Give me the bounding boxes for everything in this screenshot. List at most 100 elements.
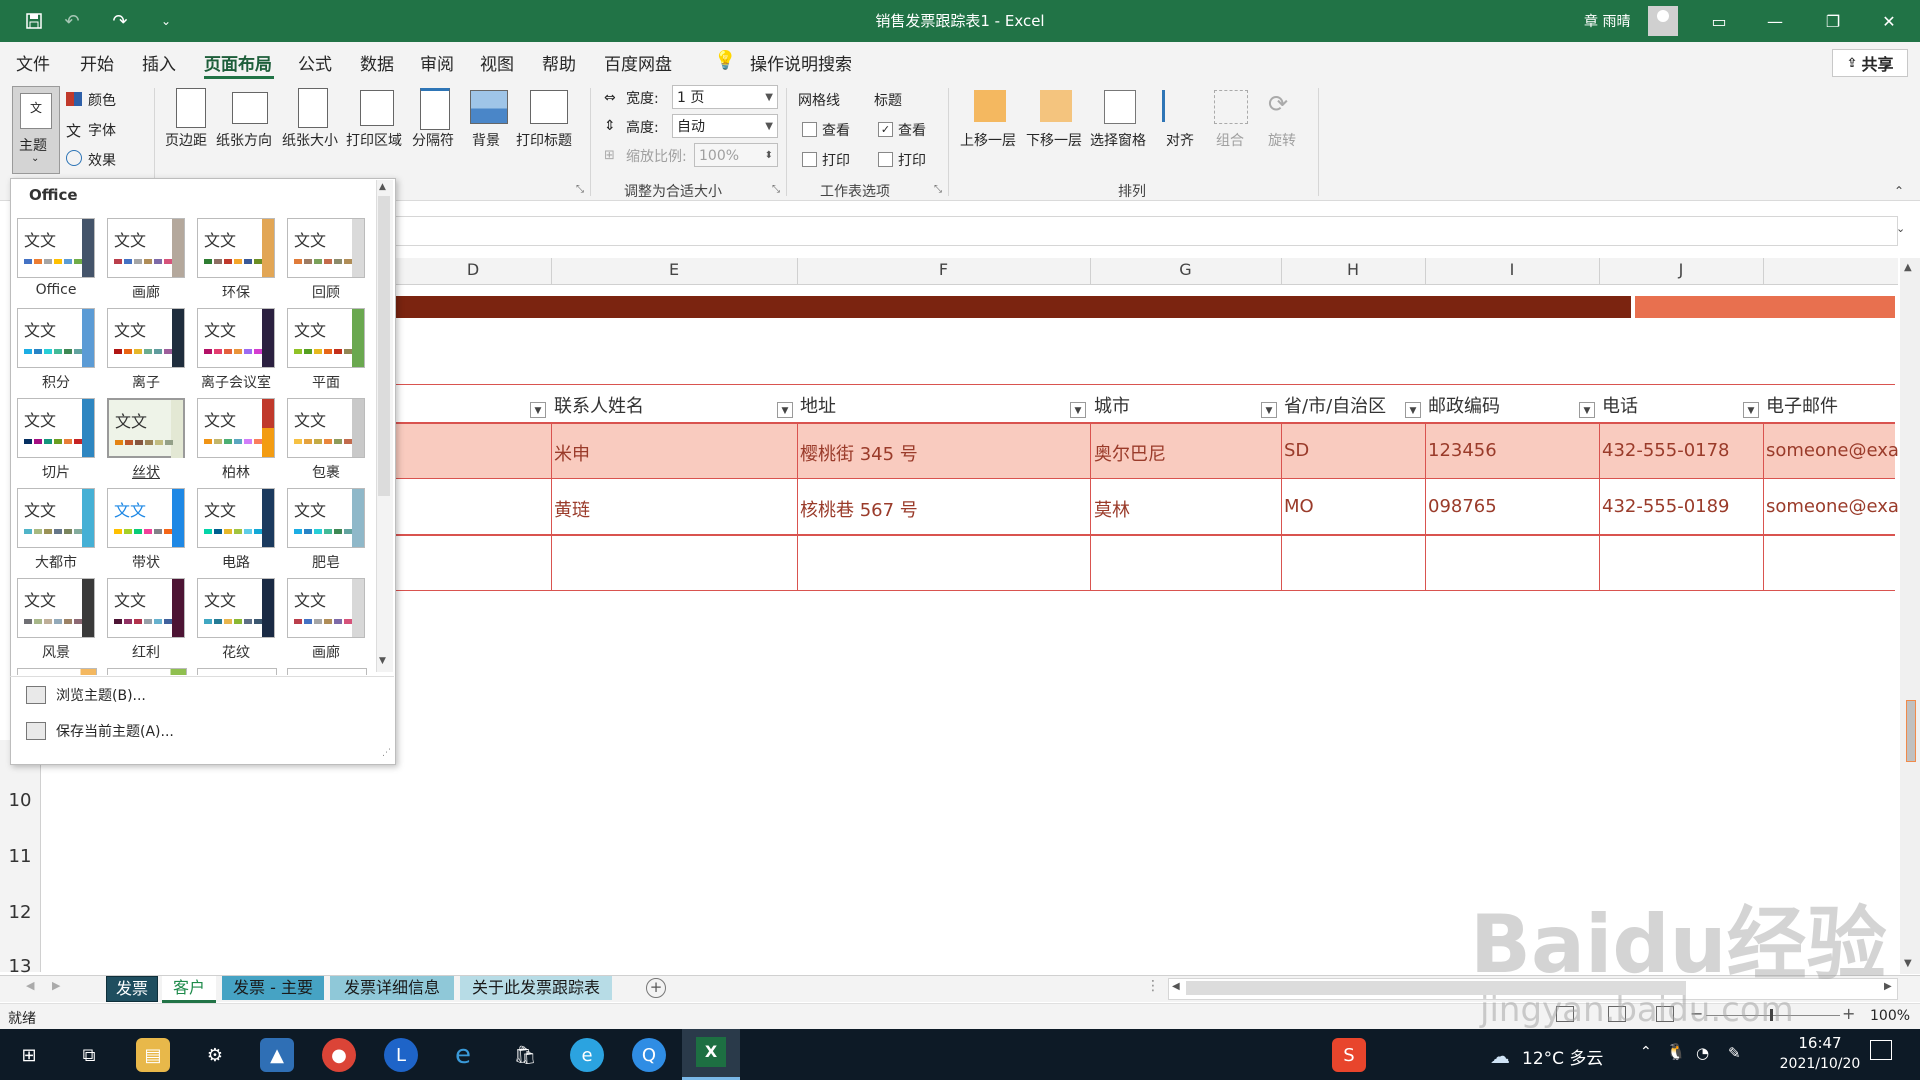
tab-about[interactable]: 关于此发票跟踪表 [460,976,612,1000]
theme-banded[interactable]: 文文 [107,488,185,548]
cell-contact[interactable]: 米申 [554,440,590,466]
group-button[interactable]: 组合 [1216,130,1244,150]
filter-dropdown-icon[interactable]: ▼ [1579,402,1595,418]
header-email[interactable]: 电子邮件 [1766,392,1838,418]
scroll-down-icon[interactable]: ▼ [1904,958,1912,969]
theme-office[interactable]: 文文 [17,218,95,278]
width-select[interactable]: 1 页 ▼ [672,85,778,109]
column-header-g[interactable]: G [1090,260,1281,279]
tab-scroll-left-icon[interactable]: ◀ [26,979,34,992]
theme-retrospect[interactable]: 文文 [287,218,365,278]
menu-baidu-netdisk[interactable]: 百度网盘 [604,50,672,75]
notification-center-icon[interactable] [1870,1040,1892,1060]
align-button[interactable]: 对齐 [1166,130,1194,150]
filter-dropdown-icon[interactable]: ▼ [1261,402,1277,418]
share-button[interactable]: ⇪ 共享 [1832,49,1908,77]
user-name[interactable]: 章 雨晴 [1584,11,1630,31]
scroll-thumb[interactable] [1906,700,1916,762]
filter-dropdown-icon[interactable]: ▼ [1070,402,1086,418]
theme-integral[interactable]: 文文 [17,308,95,368]
print-titles-button[interactable]: 打印标题 [516,130,572,150]
sheet-options-launcher-icon[interactable]: ⤡ [934,184,942,195]
menu-formulas[interactable]: 公式 [298,50,332,75]
bring-forward-button[interactable]: 上移一层 [960,130,1016,150]
show-hidden-icons-icon[interactable]: ⌃ [1640,1044,1652,1060]
gallery-scroll-down-icon[interactable]: ▼ [379,656,386,666]
browser-q-icon[interactable]: Q [632,1038,666,1072]
header-city[interactable]: 城市 [1094,392,1130,418]
resize-grip-icon[interactable]: ⋰ [382,748,391,758]
restore-icon[interactable]: ❐ [1810,0,1856,42]
column-header-i[interactable]: I [1425,260,1599,279]
cell-email[interactable]: someone@exa [1766,440,1899,461]
settings-icon[interactable]: ⚙ [198,1038,232,1072]
selection-pane-button[interactable]: 选择窗格 [1090,130,1146,150]
cell-city[interactable]: 奥尔巴尼 [1094,440,1166,466]
scroll-up-icon[interactable]: ▲ [1904,262,1912,273]
formula-bar[interactable] [395,216,1898,246]
breaks-button[interactable]: 分隔符 [412,130,454,150]
print-area-button[interactable]: 打印区域 [346,130,402,150]
clock-time[interactable]: 16:47 [1780,1034,1860,1052]
windows-start-icon[interactable]: ⊞ [12,1038,46,1072]
column-header-j[interactable]: J [1599,260,1763,279]
edge-icon[interactable]: e [570,1038,604,1072]
theme-frame[interactable]: 文文 [197,578,275,638]
row-header-11[interactable]: 11 [0,846,40,867]
filter-dropdown-icon[interactable]: ▼ [1743,402,1759,418]
theme-gallery-2[interactable]: 文文 [287,578,365,638]
tab-splitter-icon[interactable]: ⋮ [1146,978,1160,994]
cell-email[interactable]: someone@exa [1766,496,1899,517]
tab-invoice-details[interactable]: 发票详细信息 [330,976,454,1000]
theme-slice[interactable]: 文文 [17,398,95,458]
excel-taskbar-button[interactable]: X [682,1029,740,1080]
row-header-10[interactable]: 10 [0,790,40,811]
menu-view[interactable]: 视图 [480,50,514,75]
orientation-button[interactable]: 纸张方向 [216,130,272,150]
menu-file[interactable]: 文件 [16,50,50,75]
theme-ion-boardroom[interactable]: 文文 [197,308,275,368]
column-header-d[interactable]: D [395,260,551,279]
gallery-scroll-up-icon[interactable]: ▲ [379,182,386,192]
page-setup-launcher-icon[interactable]: ⤡ [576,184,584,195]
margins-button[interactable]: 页边距 [165,130,207,150]
cell-address[interactable]: 核桃巷 567 号 [800,496,918,522]
scroll-left-icon[interactable]: ◀ [1172,981,1180,992]
menu-insert[interactable]: 插入 [142,50,176,75]
column-header-e[interactable]: E [551,260,797,279]
rotate-button[interactable]: 旋转 [1268,130,1296,150]
collapse-ribbon-icon[interactable]: ⌃ [1894,184,1904,198]
cell-postal[interactable]: 098765 [1428,496,1497,517]
cell-phone[interactable]: 432-555-0189 [1602,496,1730,517]
theme-facet[interactable]: 文文 [287,308,365,368]
ribbon-display-options-icon[interactable]: ▭ [1696,0,1742,42]
column-header-h[interactable]: H [1281,260,1425,279]
colors-button[interactable]: 颜色 [88,90,116,110]
column-header-f[interactable]: F [797,260,1090,279]
cell-province[interactable]: MO [1284,496,1314,517]
headings-view-checkbox[interactable]: ✓ [878,122,893,137]
menu-data[interactable]: 数据 [360,50,394,75]
qq-icon[interactable]: 🐧 [1666,1042,1686,1061]
height-select[interactable]: 自动 ▼ [672,114,778,138]
save-current-theme-item[interactable]: 保存当前主题(A)... [56,721,174,741]
theme-thumb-partial[interactable] [287,668,367,675]
file-explorer-icon[interactable]: ▤ [136,1038,170,1072]
gridlines-print-checkbox[interactable] [802,152,817,167]
menu-review[interactable]: 审阅 [420,50,454,75]
cell-province[interactable]: SD [1284,440,1309,461]
gridlines-view-checkbox[interactable] [802,122,817,137]
theme-parcel[interactable]: 文文 [287,398,365,458]
gallery-scroll-thumb[interactable] [378,196,390,496]
photos-icon[interactable]: ▲ [260,1038,294,1072]
app-l-icon[interactable]: L [384,1038,418,1072]
theme-savon[interactable]: 文文 [287,488,365,548]
minimize-icon[interactable]: — [1752,0,1798,42]
theme-thumb-partial[interactable] [197,668,277,675]
tab-customers[interactable]: 客户 [162,976,216,1003]
theme-view[interactable]: 文文 [17,578,95,638]
headings-print-checkbox[interactable] [878,152,893,167]
theme-ion[interactable]: 文文 [107,308,185,368]
tell-me-search[interactable]: 操作说明搜索 [750,50,852,75]
theme-gallery-1[interactable]: 文文 [107,218,185,278]
